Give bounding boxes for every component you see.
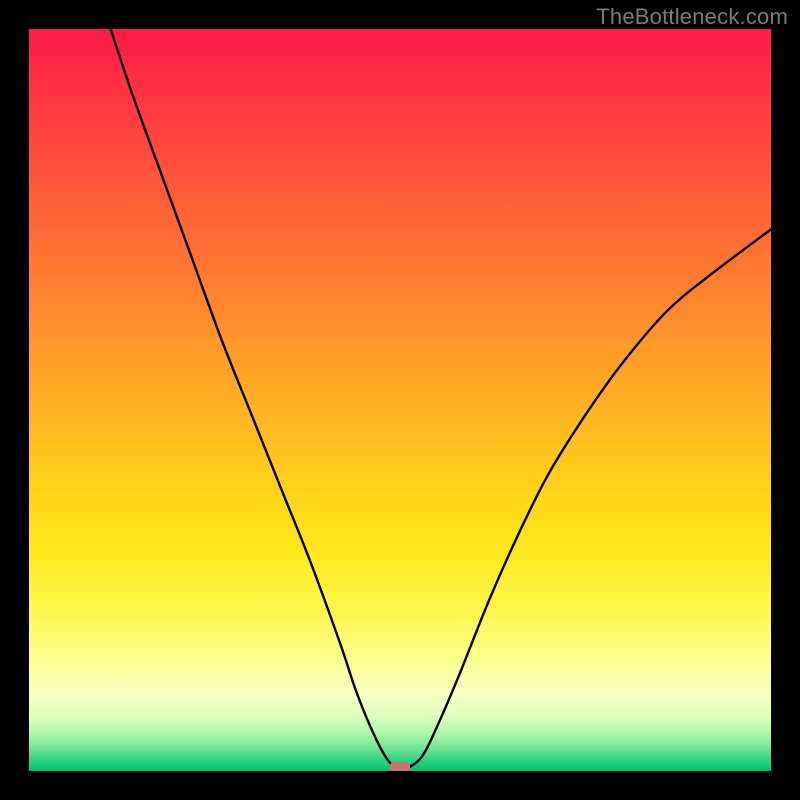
- watermark-text: TheBottleneck.com: [596, 4, 788, 30]
- curve-layer: [29, 29, 771, 771]
- plot-area: [29, 29, 771, 771]
- series-marker: [390, 762, 410, 771]
- bottleneck-curve: [111, 29, 771, 770]
- chart-frame: TheBottleneck.com: [0, 0, 800, 800]
